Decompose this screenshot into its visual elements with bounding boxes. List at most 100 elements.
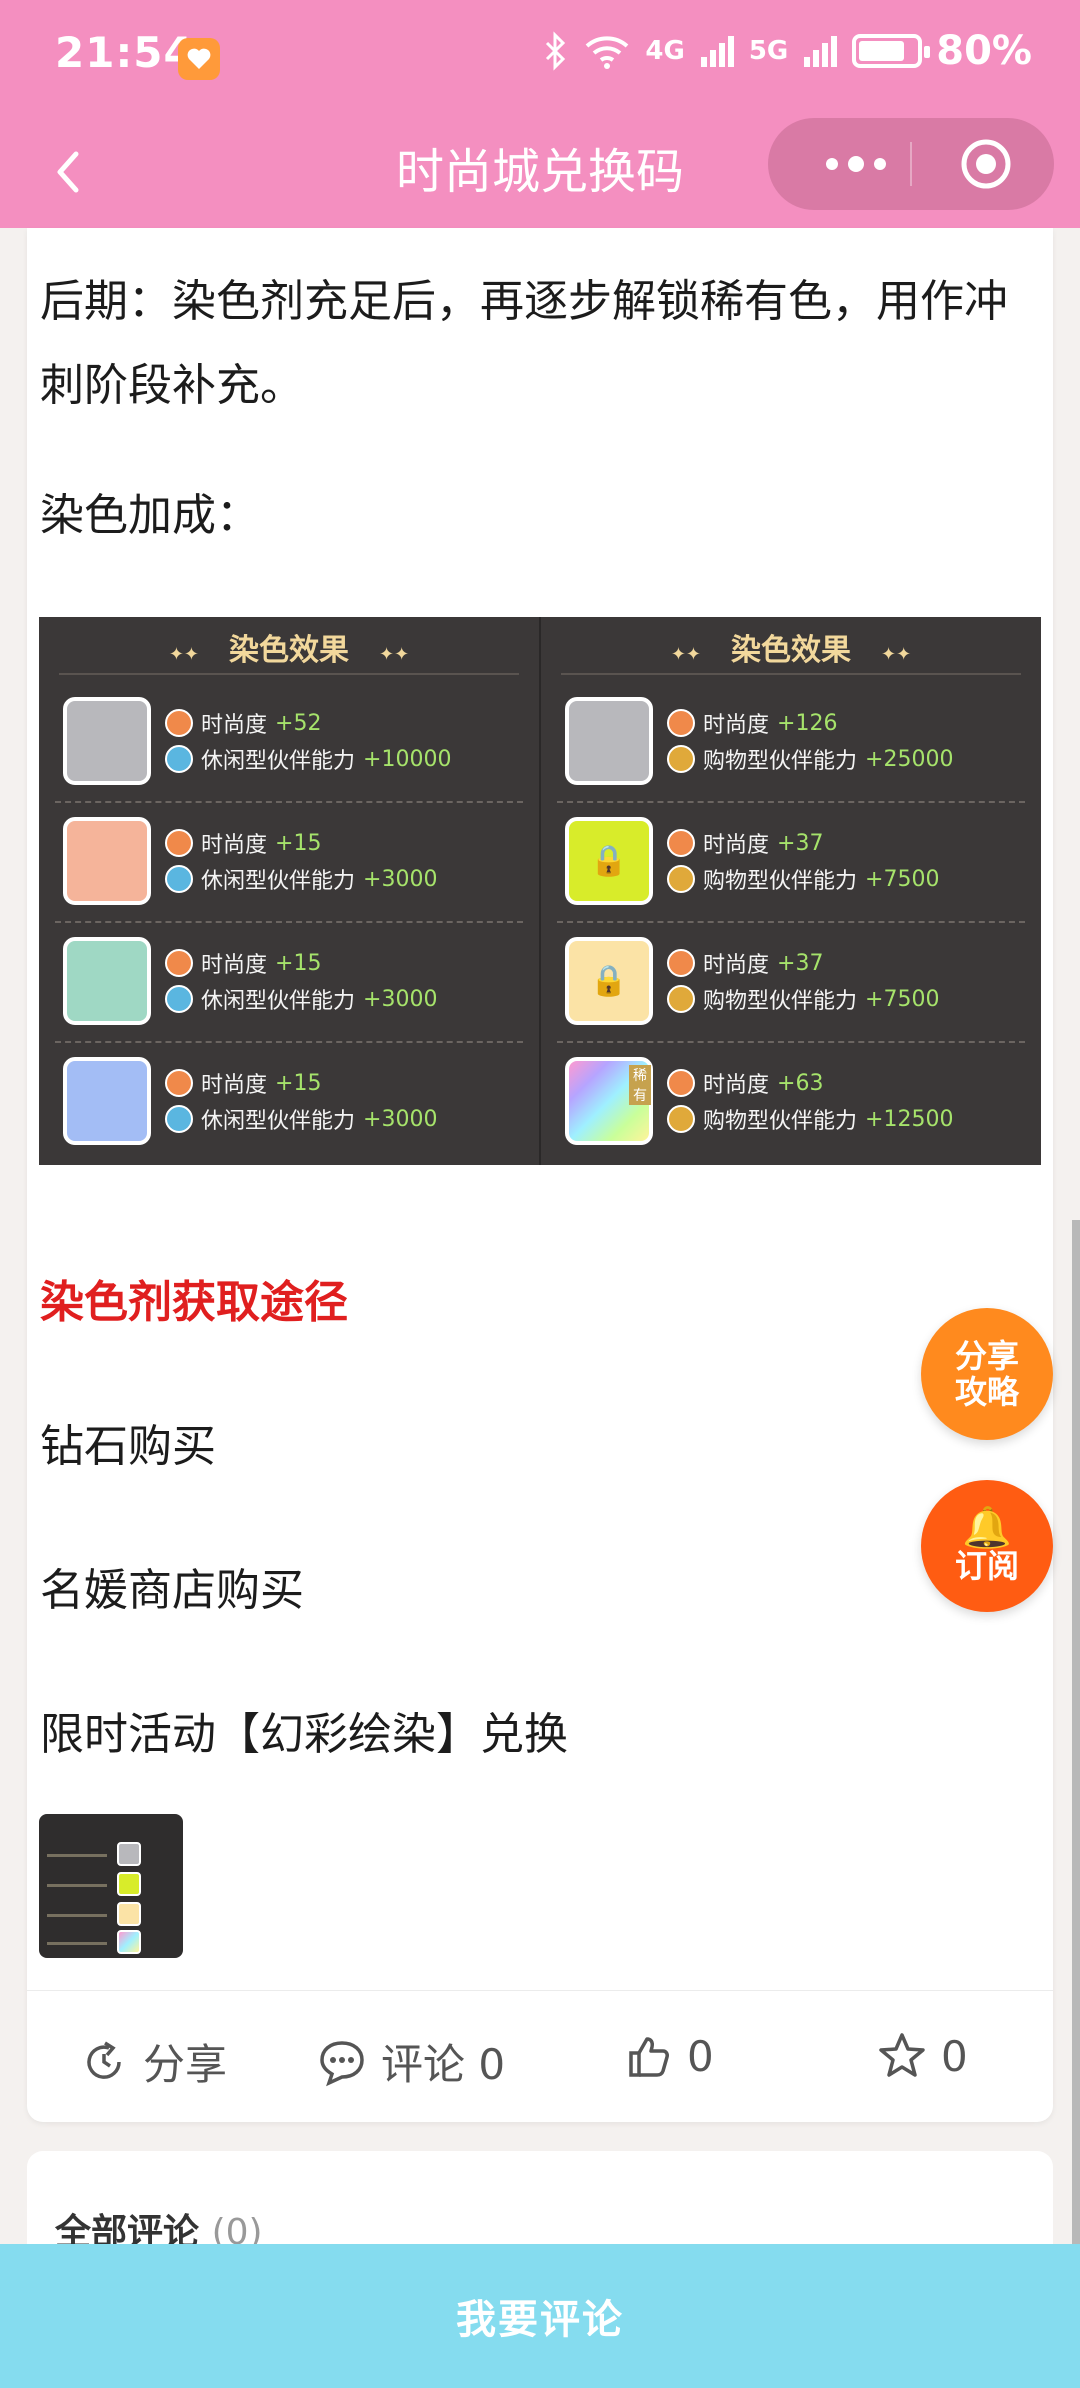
dye-swatch [565,697,653,785]
battery-icon [852,34,931,68]
partner-stat: 休闲型伙伴能力 +10000 [165,743,451,775]
dye-swatch [63,1057,151,1145]
dye-right-row: 🔒 时尚度 +37 购物型伙伴能力 +7500 [541,923,1041,1043]
dye-right-row: 时尚度 +126 购物型伙伴能力 +25000 [541,683,1041,803]
favorite-button[interactable]: 0 [877,2031,968,2081]
dye-swatch [63,937,151,1025]
fashion-stat: 时尚度 +37 [667,947,823,979]
network-5g-label: 5G [748,36,789,66]
network-4g-label: 4G [645,36,685,66]
partner-stat-icon [667,745,695,773]
fashion-stat: 时尚度 +15 [165,947,321,979]
signal-icon [700,36,734,67]
fashion-stat-icon [667,1069,695,1097]
dye-left-row: 时尚度 +52 休闲型伙伴能力 +10000 [39,683,539,803]
fashion-stat-icon [667,709,695,737]
dye-panel-right: ✦✦ 染色效果 ✦✦ 时尚度 +126 购物型伙伴能力 +25000 🔒 时尚度 +37 购物型伙… [541,617,1041,1165]
favorite-count: 0 [941,2031,968,2081]
status-indicators: 4G 5G 80% [543,28,1032,74]
panel-title-line-right [561,673,1021,675]
dye-left-row: 时尚度 +15 休闲型伙伴能力 +3000 [39,1043,539,1163]
partner-stat: 休闲型伙伴能力 +3000 [165,1103,437,1135]
partner-stat-icon [667,1105,695,1133]
share-icon [87,2041,121,2079]
share-label: 分享 [143,2040,228,2089]
wifi-icon [586,36,629,69]
mini-program-capsule [768,118,1054,210]
partner-stat-icon [165,1105,193,1133]
battery-fill [859,41,905,61]
share-guide-fab[interactable]: 分享 攻略 [921,1308,1053,1440]
capsule-divider [910,142,912,186]
fashion-stat-icon [667,829,695,857]
dye-swatch [63,697,151,785]
comment-label: 评论 0 [381,2040,506,2089]
lock-icon: 🔒 [590,963,628,999]
lock-icon: 🔒 [590,843,628,879]
dye-swatch: 🔒 [565,817,653,905]
close-target-icon[interactable] [960,138,1012,190]
fashion-stat: 时尚度 +15 [165,1067,321,1099]
partner-stat-icon [165,985,193,1013]
image-thumbnail[interactable] [39,1814,183,1958]
dye-panel-title: ✦✦ 染色效果 ✦✦ [168,633,410,668]
write-comment-button[interactable]: 我要评论 [0,2244,1080,2388]
partner-stat-icon [165,745,193,773]
fashion-stat-icon [165,949,193,977]
fashion-stat: 时尚度 +63 [667,1067,823,1099]
share-button[interactable]: 分享 [79,2031,227,2092]
fashion-stat-icon [165,1069,193,1097]
dye-swatch: 稀有 [565,1057,653,1145]
status-time: 21:54 [55,28,194,77]
dye-swatch [63,817,151,905]
fashion-stat: 时尚度 +15 [165,827,321,859]
dye-left-row: 时尚度 +15 休闲型伙伴能力 +3000 [39,923,539,1043]
fashion-stat-icon [165,709,193,737]
thumbs-up-icon [629,2037,669,2077]
partner-stat: 休闲型伙伴能力 +3000 [165,983,437,1015]
partner-stat-icon [667,865,695,893]
top-bar: 21:54 4G 5G 80% 时尚城兑换码 [0,0,1080,228]
panel-title-line [59,673,519,675]
partner-stat: 购物型伙伴能力 +7500 [667,983,939,1015]
subscribe-label: 订阅 [954,1547,1019,1585]
dye-panel-left: ✦✦ 染色效果 ✦✦ 时尚度 +52 休闲型伙伴能力 +10000 时尚度 +15 休闲型伙伴能… [39,617,539,1165]
action-bar: 分享 评论 0 0 0 [27,1990,1053,2122]
like-count: 0 [687,2031,714,2081]
star-icon [879,2033,925,2077]
partner-stat-icon [667,985,695,1013]
paragraph-dye-bonus: 染色加成： [40,490,260,541]
subscribe-fab[interactable]: 🔔 订阅 [921,1480,1053,1612]
fashion-stat-icon [165,829,193,857]
fashion-stat: 时尚度 +37 [667,827,823,859]
write-comment-label: 我要评论 [456,2297,624,2343]
partner-stat-icon [165,865,193,893]
status-bar: 21:54 4G 5G 80% [0,0,1080,120]
dye-left-row: 时尚度 +15 休闲型伙伴能力 +3000 [39,803,539,923]
partner-stat: 购物型伙伴能力 +25000 [667,743,953,775]
source-item-diamond: 钻石购买 [40,1421,216,1472]
comment-button[interactable]: 评论 0 [317,2031,505,2092]
rare-tag: 稀有 [629,1065,651,1105]
paragraph-late-stage: 后期：染色剂充足后，再逐步解锁稀有色，用作冲刺阶段补充。 [40,276,1008,411]
source-item-event: 限时活动【幻彩绘染】兑换 [40,1709,568,1760]
more-icon[interactable] [806,118,906,210]
heart-app-icon [178,38,220,80]
share-guide-label-2: 攻略 [954,1373,1019,1411]
battery-percent: 80% [936,28,1032,74]
bluetooth-icon [546,31,566,71]
scrollbar[interactable] [1072,1220,1080,2244]
dye-panel-title-right: ✦✦ 染色效果 ✦✦ [670,633,912,668]
dye-effect-image[interactable]: ✦✦ 染色效果 ✦✦ 时尚度 +52 休闲型伙伴能力 +10000 时尚度 +15 休闲型伙伴能… [39,617,1041,1165]
source-item-shop: 名媛商店购买 [40,1565,304,1616]
partner-stat: 休闲型伙伴能力 +3000 [165,863,437,895]
dye-swatch: 🔒 [565,937,653,1025]
fashion-stat: 时尚度 +52 [165,707,321,739]
dye-right-row: 稀有 时尚度 +63 购物型伙伴能力 +12500 [541,1043,1041,1163]
fashion-stat: 时尚度 +126 [667,707,837,739]
partner-stat: 购物型伙伴能力 +7500 [667,863,939,895]
bell-icon: 🔔 [962,1505,1012,1551]
dye-right-row: 🔒 时尚度 +37 购物型伙伴能力 +7500 [541,803,1041,923]
like-button[interactable]: 0 [623,2031,714,2081]
partner-stat: 购物型伙伴能力 +12500 [667,1103,953,1135]
